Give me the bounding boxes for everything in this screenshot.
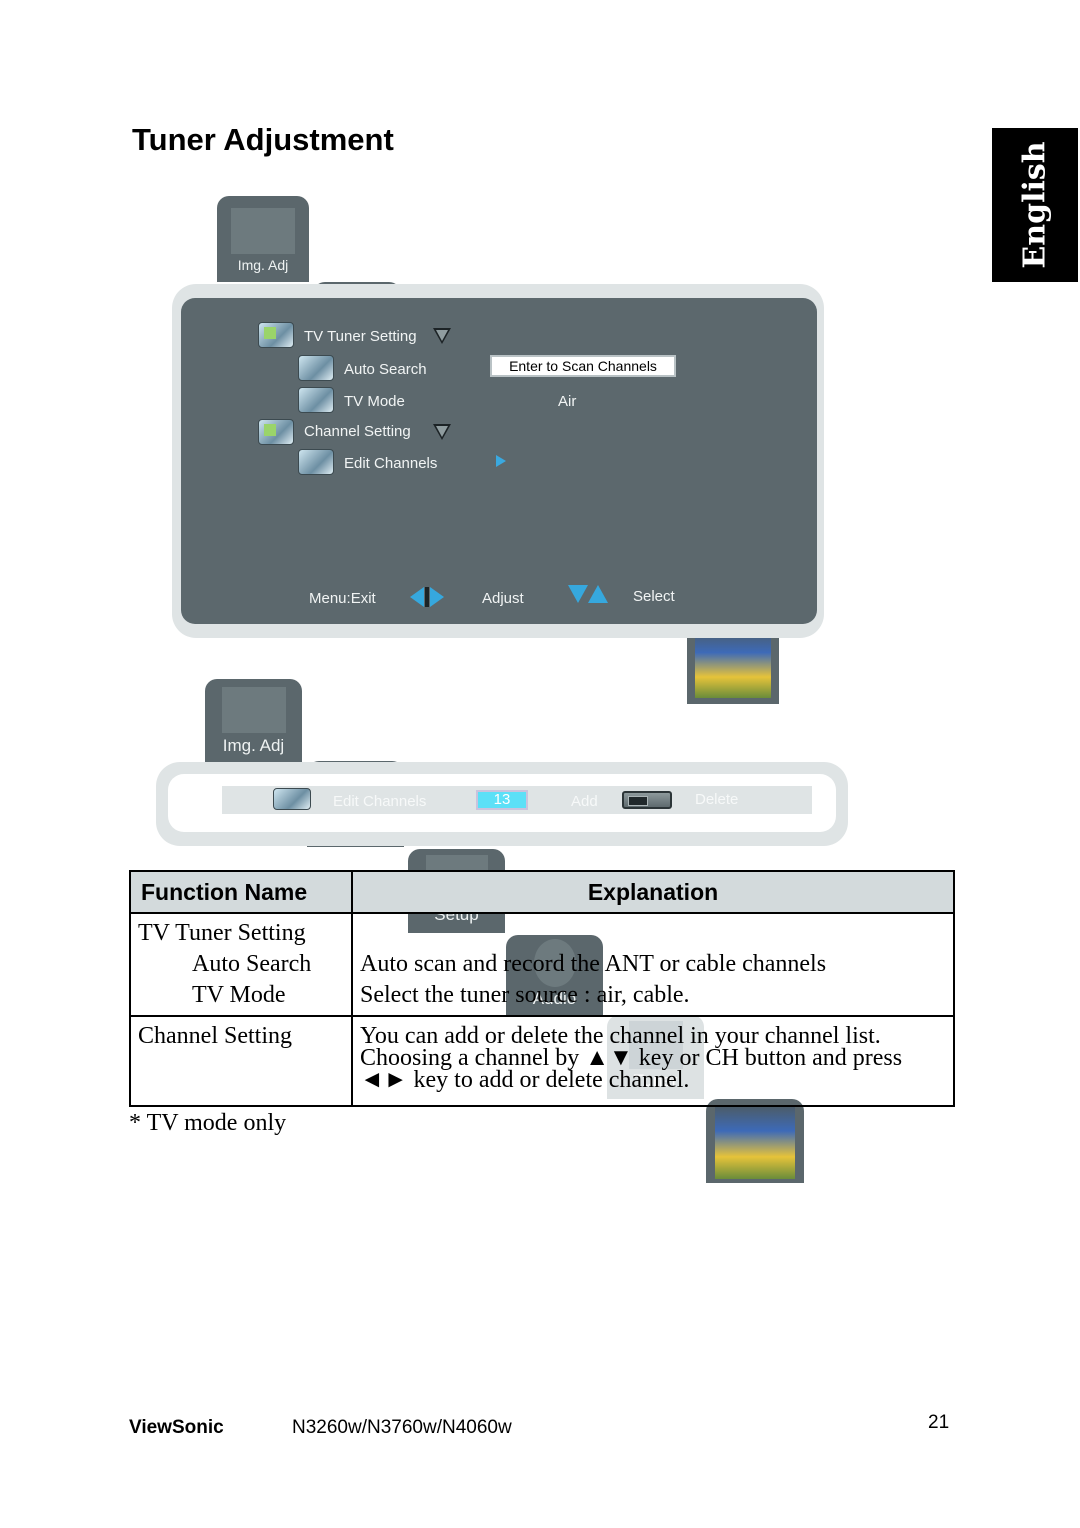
- footnote: * TV mode only: [129, 1110, 287, 1136]
- delete-label[interactable]: Delete: [695, 791, 738, 808]
- add-delete-toggle[interactable]: [622, 791, 672, 809]
- footer-brand: ViewSonic: [129, 1417, 224, 1438]
- add-label[interactable]: Add: [571, 793, 598, 810]
- explanation-cell: Auto scan and record the ANT or cable ch…: [351, 912, 955, 1017]
- right-arrow-icon[interactable]: [496, 455, 506, 467]
- function-table: Function Name Explanation TV Tuner Setti…: [129, 870, 955, 1107]
- explanation-line: Choosing a channel by ▲▼ key or CH butto…: [360, 1045, 903, 1071]
- hint-select: Select: [633, 588, 675, 605]
- explanation-line: You can add or delete the channel in you…: [360, 1023, 881, 1049]
- tab-img-adj[interactable]: Img. Adj: [205, 679, 302, 763]
- header-explanation: Explanation: [351, 870, 955, 914]
- explanation-cell: You can add or delete the channel in you…: [351, 1015, 955, 1107]
- channel-setting-icon: [258, 419, 294, 445]
- function-name-cell: Channel Setting: [129, 1015, 353, 1107]
- tv-tuner-icon: [258, 322, 294, 348]
- up-down-arrows-icon: [568, 585, 608, 608]
- auto-search-icon: [298, 355, 334, 381]
- function-name: Channel Setting: [138, 1023, 292, 1049]
- explanation-line: Auto scan and record the ANT or cable ch…: [360, 951, 827, 977]
- footer-model: N3260w/N3760w/N4060w: [292, 1417, 512, 1438]
- explanation-line: [360, 918, 946, 949]
- hint-adjust: Adjust: [482, 590, 524, 607]
- menu-item-auto-search[interactable]: Auto Search: [344, 361, 427, 378]
- page-title: Tuner Adjustment: [132, 122, 394, 157]
- menu-item-edit-channels[interactable]: Edit Channels: [344, 455, 437, 472]
- explanation-line: Select the tuner source : air, cable.: [360, 982, 690, 1008]
- explanation-line: ◄► key to add or delete channel.: [360, 1067, 690, 1093]
- table-row: Channel Setting You can add or delete th…: [129, 1015, 955, 1107]
- menu-item-tv-mode[interactable]: TV Mode: [344, 393, 405, 410]
- table-header-row: Function Name Explanation: [129, 870, 955, 914]
- edit-channels-icon: [273, 788, 311, 810]
- menu-item-tv-tuner-setting[interactable]: TV Tuner Setting: [304, 328, 417, 345]
- table-row: TV Tuner Setting Auto Search TV Mode Aut…: [129, 912, 955, 1017]
- header-function-name: Function Name: [129, 870, 353, 914]
- language-tab: English: [992, 128, 1078, 282]
- viewsonic-birds-logo-icon: [695, 628, 771, 698]
- page-number: 21: [928, 1412, 950, 1433]
- tv-mode-value[interactable]: Air: [558, 393, 576, 410]
- hint-menu-exit: Menu:Exit: [309, 590, 376, 607]
- function-name: Auto Search: [192, 951, 312, 977]
- viewsonic-logo-tab: [706, 1099, 804, 1183]
- edit-channels-icon: [298, 449, 334, 475]
- tab-img-adj[interactable]: Img. Adj: [217, 196, 309, 282]
- viewsonic-birds-logo-icon: [715, 1105, 795, 1179]
- image-adjust-icon: [221, 687, 286, 733]
- function-name: TV Mode: [192, 982, 286, 1008]
- image-adjust-icon: [231, 208, 295, 254]
- edit-channels-label: Edit Channels: [333, 793, 427, 810]
- left-right-arrows-icon: [410, 587, 444, 612]
- dropdown-arrow-icon[interactable]: [433, 424, 451, 440]
- dropdown-arrow-icon[interactable]: [433, 328, 451, 344]
- tab-label: Img. Adj: [237, 257, 289, 273]
- language-label: English: [1017, 141, 1053, 269]
- scan-channels-button[interactable]: Enter to Scan Channels: [490, 355, 676, 377]
- tab-label: Img. Adj: [222, 736, 285, 755]
- menu-item-channel-setting[interactable]: Channel Setting: [304, 423, 411, 440]
- function-name-cell: TV Tuner Setting Auto Search TV Mode: [129, 912, 353, 1017]
- tv-mode-icon: [298, 387, 334, 413]
- function-name: TV Tuner Setting: [138, 920, 306, 946]
- channel-number-field[interactable]: 13: [476, 790, 528, 810]
